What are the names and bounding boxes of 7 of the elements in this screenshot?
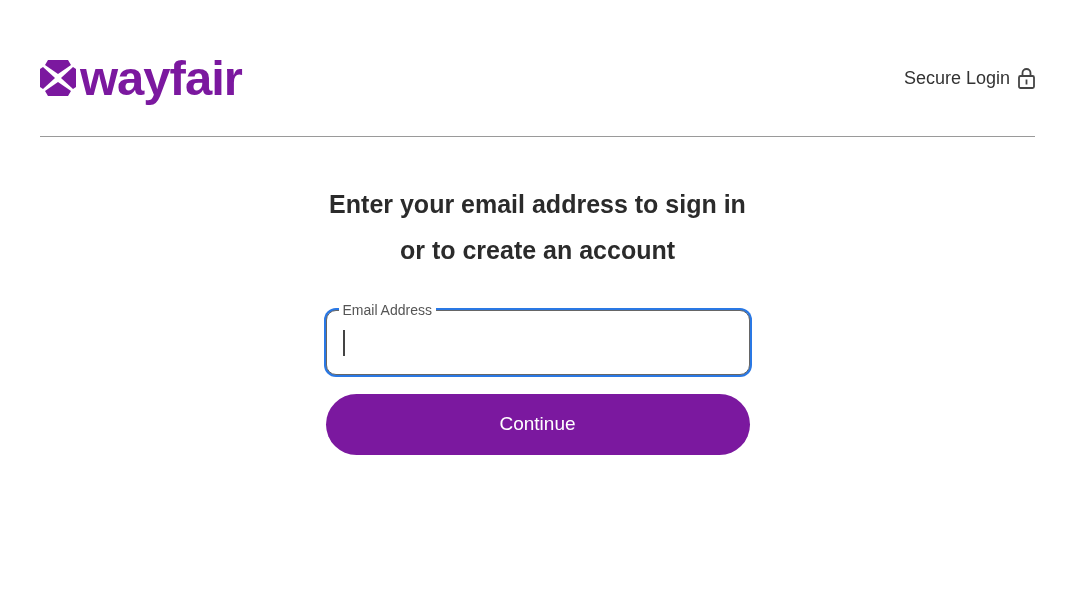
secure-login-label: Secure Login: [903, 66, 1010, 90]
logo-mark-icon: [40, 59, 76, 97]
padlock-icon: [1018, 67, 1035, 89]
text-cursor: [342, 330, 345, 356]
logo-wordmark[interactable]: wayfair: [80, 53, 242, 103]
continue-button[interactable]: Continue: [325, 394, 750, 455]
sign-in-heading: Enter your email address to sign in or to create an account: [328, 189, 747, 266]
